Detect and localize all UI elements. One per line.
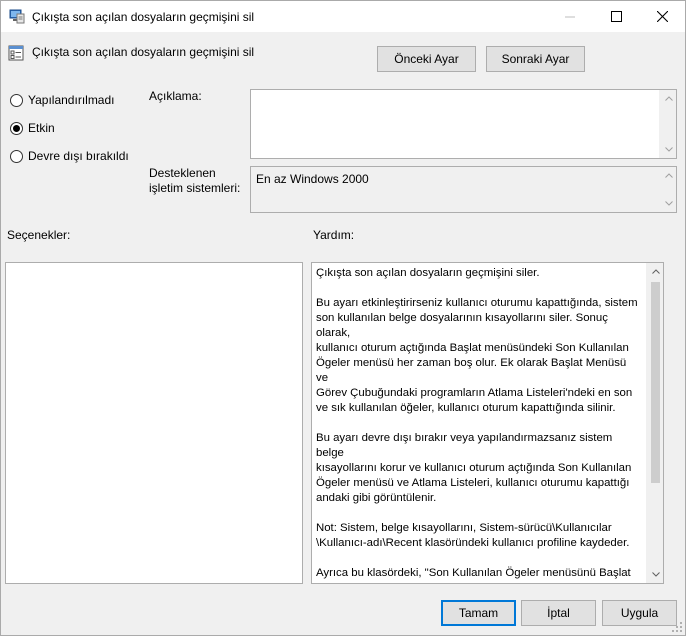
description-label: Açıklama: <box>149 89 202 103</box>
help-scroll-thumb[interactable] <box>651 282 660 483</box>
close-button[interactable] <box>639 1 685 32</box>
radio-label: Etkin <box>28 121 55 135</box>
maximize-icon <box>610 11 622 22</box>
supported-os-label-line1: Desteklenen <box>149 166 216 180</box>
next-setting-button[interactable]: Sonraki Ayar <box>486 46 585 72</box>
resize-grip-icon[interactable] <box>671 621 683 633</box>
help-paragraph: Çıkışta son açılan dosyaların geçmişini … <box>316 267 540 279</box>
supported-os-label-line2: işletim sistemleri: <box>149 181 241 195</box>
previous-setting-button[interactable]: Önceki Ayar <box>377 46 476 72</box>
setting-icon <box>8 45 24 61</box>
setting-title: Çıkışta son açılan dosyaların geçmişini … <box>32 45 255 59</box>
maximize-button[interactable] <box>593 1 639 32</box>
supported-os-scrollbar[interactable] <box>659 167 676 212</box>
policy-setting-dialog: Çıkışta son açılan dosyaların geçmişini … <box>0 0 686 636</box>
close-icon <box>656 11 668 22</box>
help-text: Çıkışta son açılan dosyaların geçmişini … <box>316 266 641 583</box>
window-title: Çıkışta son açılan dosyaların geçmişini … <box>32 10 255 24</box>
radio-enabled[interactable]: Etkin <box>10 121 55 135</box>
radio-disabled[interactable]: Devre dışı bırakıldı <box>10 149 129 163</box>
help-paragraph: Not: Sistem, belge kısayollarını, Sistem… <box>316 522 630 549</box>
scroll-down-icon[interactable] <box>660 141 677 158</box>
scroll-up-icon[interactable] <box>647 263 663 280</box>
ok-button[interactable]: Tamam <box>441 600 516 626</box>
title-bar[interactable]: Çıkışta son açılan dosyaların geçmişini … <box>1 1 685 32</box>
minimize-icon <box>565 12 575 22</box>
scroll-up-icon[interactable] <box>660 90 677 107</box>
radio-not-configured[interactable]: Yapılandırılmadı <box>10 93 115 107</box>
scroll-up-icon[interactable] <box>660 167 677 184</box>
help-paragraph: Bu ayarı etkinleştirirseniz kullanıcı ot… <box>316 297 638 414</box>
minimize-button[interactable] <box>547 1 593 32</box>
help-scrollbar[interactable] <box>646 263 663 583</box>
scroll-down-icon[interactable] <box>647 566 663 583</box>
help-paragraph: Bu ayarı devre dışı bırakır veya yapılan… <box>316 432 632 504</box>
policy-app-icon <box>9 8 25 24</box>
help-label: Yardım: <box>313 228 355 242</box>
radio-label: Devre dışı bırakıldı <box>28 149 129 163</box>
options-label: Seçenekler: <box>7 228 71 242</box>
description-scrollbar[interactable] <box>659 90 676 158</box>
supported-os-value: En az Windows 2000 <box>256 172 369 186</box>
supported-os-textbox: En az Windows 2000 <box>250 166 677 213</box>
cancel-button[interactable]: İptal <box>521 600 596 626</box>
radio-circle[interactable] <box>10 93 23 107</box>
radio-circle-checked[interactable] <box>10 121 23 135</box>
apply-button[interactable]: Uygula <box>602 600 677 626</box>
description-textbox[interactable] <box>250 89 677 159</box>
scroll-down-icon[interactable] <box>660 195 677 212</box>
radio-label: Yapılandırılmadı <box>28 93 115 107</box>
radio-circle[interactable] <box>10 149 23 163</box>
help-paragraph: Ayrıca bu klasördeki, "Son Kullanılan Ög… <box>316 567 631 583</box>
help-panel[interactable]: Çıkışta son açılan dosyaların geçmişini … <box>311 262 664 584</box>
options-panel[interactable] <box>5 262 303 584</box>
